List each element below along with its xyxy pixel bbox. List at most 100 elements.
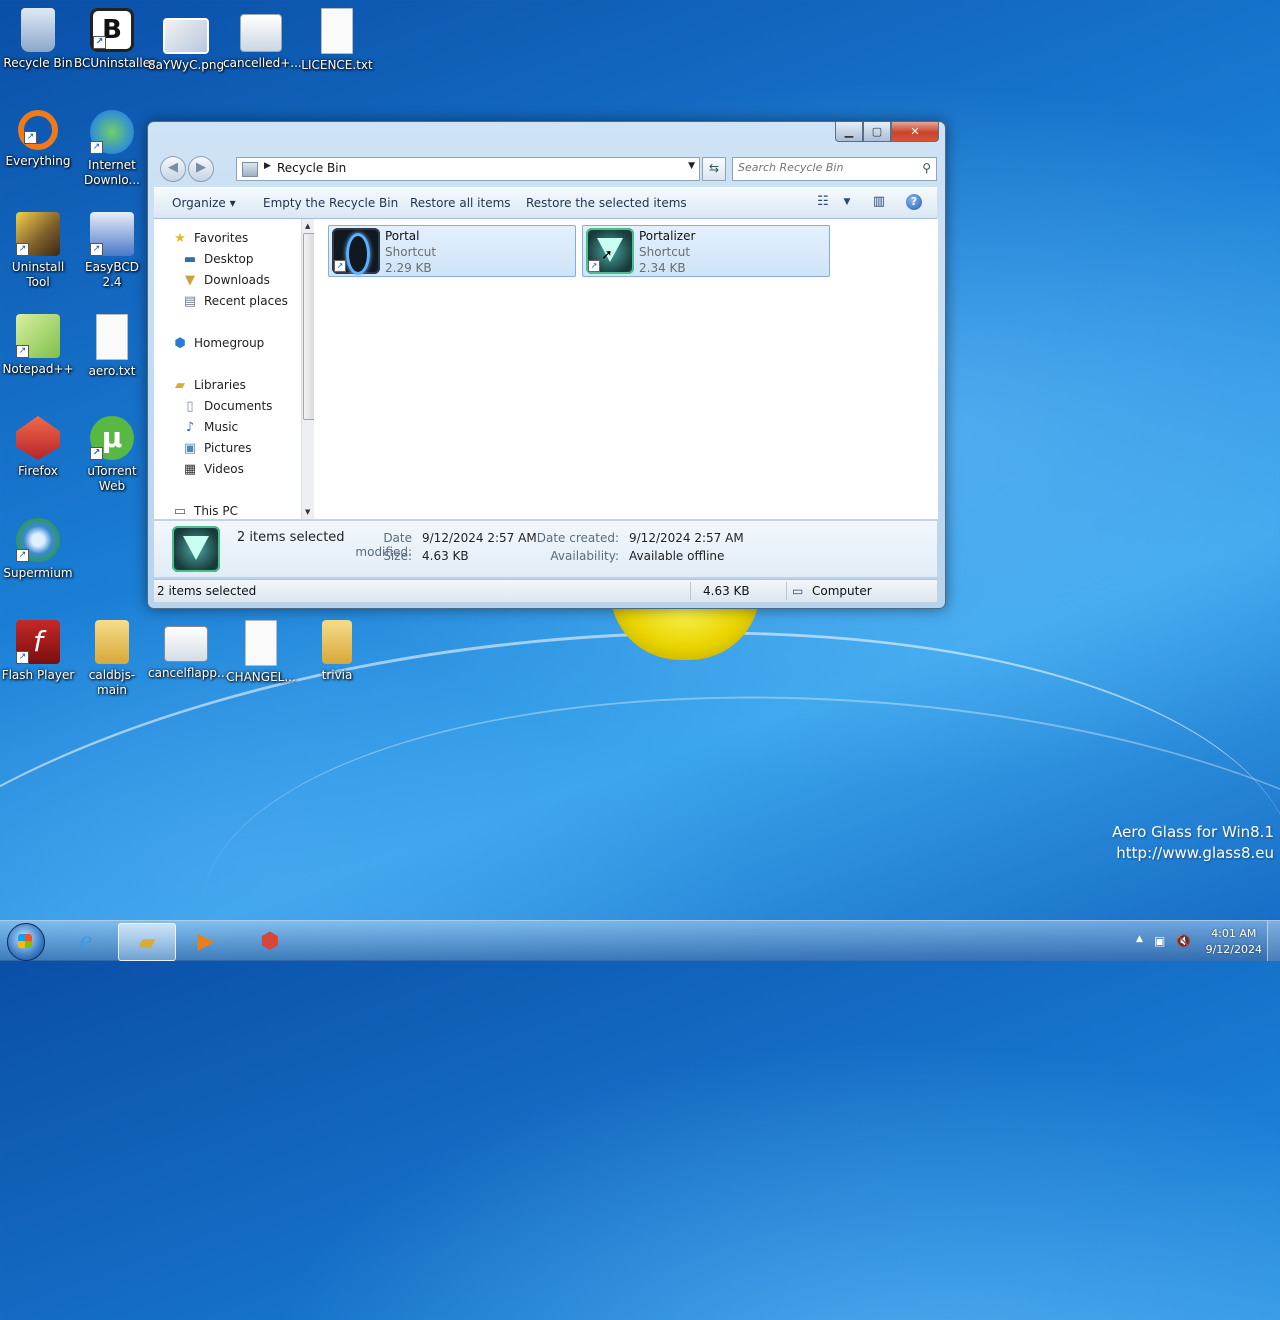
desktop-icon-label: Flash Player	[1, 668, 75, 682]
nav-label: Downloads	[204, 273, 270, 287]
file-name: Portalizer	[639, 229, 696, 243]
start-button[interactable]	[7, 923, 45, 961]
caption-buttons: ▁ ▢ ✕	[835, 122, 939, 142]
date-created-value: 9/12/2024 2:57 AM	[629, 531, 744, 545]
desktop-icon-aero-txt[interactable]: aero.txt	[74, 314, 150, 379]
text-file-icon	[96, 314, 128, 360]
desktop-icon-easybcd[interactable]: ↗ EasyBCD 2.4	[74, 212, 150, 290]
address-path[interactable]: Recycle Bin	[277, 161, 346, 175]
desktop-icon-bcuninstaller[interactable]: B ↗ BCUninstaller	[74, 8, 155, 71]
desktop-icon-flash-player[interactable]: f ↗ Flash Player	[0, 620, 76, 683]
desktop-icon-label: Everything	[5, 154, 71, 168]
show-hidden-icons-icon[interactable]: ▲	[1136, 934, 1143, 944]
breadcrumb-arrow-icon[interactable]: ▶	[264, 161, 271, 171]
organize-label: Organize	[172, 196, 226, 210]
text-file-icon	[245, 620, 277, 666]
size-label: Size:	[383, 549, 412, 563]
desktop-icon-supermium[interactable]: ↗ Supermium	[0, 518, 76, 581]
system-clock[interactable]: 4:01 AM 9/12/2024	[1206, 926, 1262, 958]
file-name: Portal	[385, 229, 420, 243]
firefox-icon	[16, 416, 60, 460]
recycle-bin-icon	[21, 8, 55, 52]
preview-pane-icon[interactable]: ▥	[870, 194, 888, 210]
clock-time: 4:01 AM	[1211, 927, 1257, 940]
desktop-icon-8aywyc[interactable]: 8aYWyC.png	[148, 8, 224, 73]
nav-recent-places[interactable]: ▤ Recent places	[182, 292, 288, 310]
organize-button[interactable]: Organize ▾	[172, 196, 236, 210]
search-box[interactable]: ⚲	[732, 157, 937, 181]
desktop-icon-trivia[interactable]: trivia	[299, 620, 375, 683]
watermark-url: http://www.glass8.eu	[1116, 844, 1274, 862]
easybcd-icon: ↗	[90, 212, 134, 256]
settings-file-icon	[240, 14, 282, 52]
restore-selected-button[interactable]: Restore the selected items	[526, 196, 687, 210]
desktop-icon-recycle-bin[interactable]: Recycle Bin	[0, 8, 76, 71]
desktop-icon-licence[interactable]: LICENCE.txt	[299, 8, 375, 73]
nav-videos[interactable]: ▦ Videos	[182, 460, 244, 478]
view-dropdown-icon[interactable]: ▼	[838, 197, 856, 213]
nav-libraries[interactable]: ▰ Libraries	[172, 376, 246, 394]
nav-desktop[interactable]: ▬ Desktop	[182, 250, 254, 268]
nav-pictures[interactable]: ▣ Pictures	[182, 439, 252, 457]
maximize-button[interactable]: ▢	[863, 122, 891, 142]
desktop-icon-label: caldbjs-main	[88, 668, 136, 697]
nav-downloads[interactable]: ▼ Downloads	[182, 271, 270, 289]
desktop-icon-uninstall-tool[interactable]: ↗ Uninstall Tool	[0, 212, 76, 290]
nav-favorites[interactable]: ★ Favorites	[172, 229, 248, 247]
idm-icon: ↗	[90, 110, 134, 154]
empty-recycle-bin-button[interactable]: Empty the Recycle Bin	[263, 196, 398, 210]
back-button[interactable]: ◀	[160, 156, 186, 182]
notepad-plus-plus-icon: ↗	[16, 314, 60, 358]
nav-homegroup[interactable]: ⬢ Homegroup	[172, 334, 264, 352]
bcuninstaller-icon: B ↗	[90, 8, 134, 52]
scroll-up-icon[interactable]: ▲	[305, 222, 310, 230]
change-view-icon[interactable]: ☷	[814, 194, 832, 210]
desktop-icon-cancelled[interactable]: cancelled+...	[223, 8, 302, 71]
star-icon: ★	[174, 230, 186, 246]
desktop-icon-caldbjs-main[interactable]: caldbjs-main	[74, 620, 150, 698]
clock-date: 9/12/2024	[1205, 943, 1262, 956]
nav-label: Music	[204, 420, 239, 434]
libraries-icon: ▰	[175, 377, 185, 393]
details-pane: 2 items selected Date modified: 9/12/202…	[154, 520, 937, 577]
desktop-icon-cancelflapp[interactable]: cancelflapp...	[148, 620, 228, 681]
search-icon[interactable]: ⚲	[922, 161, 931, 175]
status-bar: 2 items selected 4.63 KB ▭ Computer	[154, 579, 937, 602]
close-button[interactable]: ✕	[891, 122, 939, 142]
nav-music[interactable]: ♪ Music	[182, 418, 238, 436]
help-icon[interactable]: ?	[906, 194, 922, 210]
desktop-icon-changelog[interactable]: CHANGEL...	[223, 620, 299, 685]
address-dropdown-icon[interactable]: ▼	[688, 161, 695, 171]
desktop-icon-utorrent-web[interactable]: µ ↗ uTorrent Web	[74, 416, 150, 494]
shortcut-arrow-icon: ↗	[588, 260, 600, 272]
taskbar-media-player-icon[interactable]: ▶	[178, 923, 234, 959]
file-item-portal[interactable]: ↗ Portal Shortcut 2.29 KB	[328, 225, 576, 277]
volume-muted-icon[interactable]: 🔇	[1176, 934, 1191, 948]
taskbar-firefox-icon[interactable]: ⬢	[242, 923, 298, 959]
uninstall-tool-icon: ↗	[16, 212, 60, 256]
restore-all-button[interactable]: Restore all items	[410, 196, 511, 210]
nav-label: Pictures	[204, 441, 252, 455]
documents-icon: ▯	[186, 398, 194, 414]
desktop-icon-notepad-plus-plus[interactable]: ↗ Notepad++	[0, 314, 76, 377]
refresh-button[interactable]: ⇆	[702, 157, 726, 181]
nav-documents[interactable]: ▯ Documents	[182, 397, 272, 415]
file-type: Shortcut	[639, 245, 691, 259]
nav-this-pc[interactable]: ▭ This PC	[172, 502, 238, 520]
desktop-icon-everything[interactable]: ↗ Everything	[0, 110, 76, 169]
scroll-down-icon[interactable]: ▼	[305, 508, 310, 516]
desktop-icon-firefox[interactable]: Firefox	[0, 416, 76, 479]
taskbar-file-explorer-icon[interactable]: ▰	[118, 923, 176, 961]
desktop-icon-internet-download[interactable]: ↗ Internet Downlo...	[74, 110, 150, 188]
taskbar-internet-explorer-icon[interactable]: ℯ	[58, 923, 114, 959]
address-bar[interactable]: ▶ Recycle Bin ▼	[236, 157, 700, 181]
computer-small-icon: ▭	[792, 584, 804, 598]
minimize-button[interactable]: ▁	[835, 122, 863, 142]
file-size: 2.29 KB	[385, 261, 432, 275]
search-input[interactable]	[738, 161, 908, 174]
forward-button[interactable]: ▶	[188, 156, 214, 182]
show-desktop-button[interactable]	[1267, 921, 1280, 961]
desktop-icon-label: Uninstall Tool	[11, 260, 65, 289]
network-icon[interactable]: ▣	[1154, 934, 1165, 948]
file-item-portalizer[interactable]: ↗ Portalizer Shortcut 2.34 KB	[582, 225, 830, 277]
